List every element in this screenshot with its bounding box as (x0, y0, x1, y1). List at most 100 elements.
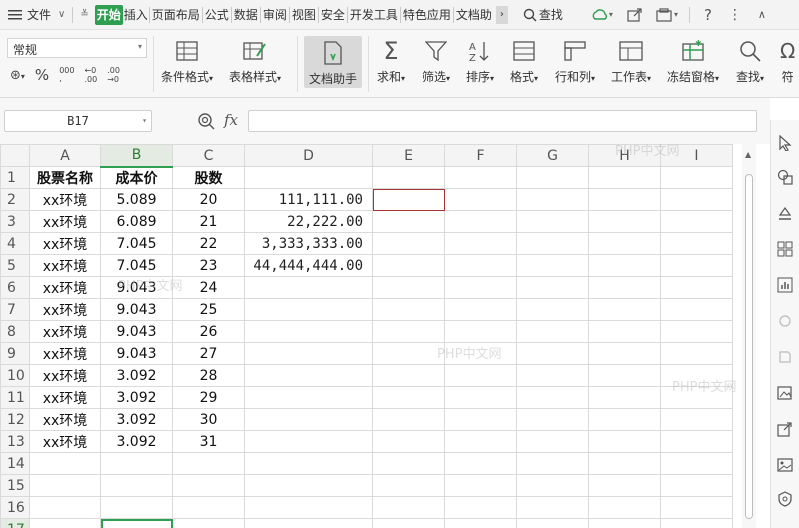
cell-empty[interactable] (660, 386, 733, 409)
cell-empty[interactable] (444, 342, 517, 365)
cell-b[interactable]: 7.045 (100, 232, 173, 255)
shapes-icon[interactable] (776, 168, 794, 186)
cell-a[interactable]: xx环境 (29, 386, 101, 409)
help-icon[interactable]: ? (703, 0, 713, 30)
select-all-corner[interactable] (0, 144, 30, 167)
cell-c[interactable]: 28 (172, 364, 245, 387)
cell-e[interactable] (372, 188, 445, 211)
row-header[interactable]: 5 (0, 254, 30, 277)
row-header[interactable]: 17 (0, 518, 30, 528)
cell-empty[interactable] (660, 430, 733, 453)
cell-d[interactable] (244, 518, 373, 528)
cell-d[interactable]: 111,111.00 (244, 188, 373, 211)
tab-page-layout[interactable]: 页面布局 (148, 6, 202, 23)
cell-a[interactable]: 股票名称 (29, 166, 101, 189)
percent-icon[interactable]: % (35, 66, 49, 84)
tab-view[interactable]: 视图 (288, 6, 318, 23)
cell-c[interactable]: 30 (172, 408, 245, 431)
cell-b[interactable]: 7.045 (100, 254, 173, 277)
apps-grid-icon[interactable] (776, 240, 794, 258)
doc-helper-button[interactable]: 文档助手 (304, 36, 362, 88)
cell-empty[interactable] (660, 210, 733, 233)
increase-decimal-icon[interactable]: ←0.00 (84, 66, 97, 84)
cell-c[interactable]: 23 (172, 254, 245, 277)
cell-a[interactable] (29, 496, 101, 519)
cell-e[interactable] (372, 276, 445, 299)
cell-empty[interactable] (516, 320, 589, 343)
cell-empty[interactable] (516, 386, 589, 409)
cell-empty[interactable] (660, 496, 733, 519)
number-format-select[interactable]: 常规 ▾ (7, 38, 147, 58)
sort-button[interactable]: AZ 排序▾ (466, 36, 494, 85)
quick-access-icon[interactable]: ≚ (74, 0, 94, 30)
cell-empty[interactable] (516, 276, 589, 299)
cell-d[interactable] (244, 386, 373, 409)
cell-empty[interactable] (588, 408, 661, 431)
cell-empty[interactable] (444, 210, 517, 233)
tab-data[interactable]: 数据 (230, 6, 260, 23)
freeze-panes-button[interactable]: ✱ 冻结窗格▾ (667, 36, 719, 85)
cell-d[interactable] (244, 298, 373, 321)
cell-c[interactable]: 26 (172, 320, 245, 343)
fx-icon[interactable]: fx (224, 111, 238, 129)
cell-a[interactable]: xx环境 (29, 210, 101, 233)
cell-d[interactable]: 44,444,444.00 (244, 254, 373, 277)
row-header[interactable]: 4 (0, 232, 30, 255)
cell-c[interactable]: 25 (172, 298, 245, 321)
column-header-a[interactable]: A (29, 144, 101, 167)
cell-a[interactable]: xx环境 (29, 408, 101, 431)
cell-empty[interactable] (516, 232, 589, 255)
scroll-up-icon[interactable]: ▲ (745, 150, 751, 159)
cell-e[interactable] (372, 518, 445, 528)
row-header[interactable]: 8 (0, 320, 30, 343)
table-style-button[interactable]: 表格样式▾ (229, 36, 281, 85)
cell-a[interactable]: xx环境 (29, 276, 101, 299)
thousands-icon[interactable]: 000, (59, 67, 74, 83)
cell-a[interactable]: xx环境 (29, 430, 101, 453)
cell-e[interactable] (372, 364, 445, 387)
cell-empty[interactable] (660, 364, 733, 387)
scroll-thumb[interactable] (745, 174, 753, 519)
cell-a[interactable] (29, 518, 101, 528)
cell-e[interactable] (372, 342, 445, 365)
cell-c[interactable]: 22 (172, 232, 245, 255)
cell-empty[interactable] (588, 320, 661, 343)
menu-icon[interactable] (0, 0, 26, 30)
column-header-c[interactable]: C (172, 144, 245, 167)
more-tabs-icon[interactable]: › (495, 5, 508, 24)
cell-empty[interactable] (444, 408, 517, 431)
cell-empty[interactable] (660, 342, 733, 365)
filter-button[interactable]: 筛选▾ (422, 36, 450, 85)
cell-a[interactable]: xx环境 (29, 320, 101, 343)
row-header[interactable]: 1 (0, 166, 30, 189)
chart-icon[interactable] (776, 276, 794, 294)
cell-empty[interactable] (660, 188, 733, 211)
cell-empty[interactable] (444, 474, 517, 497)
cell-empty[interactable] (588, 232, 661, 255)
cell-empty[interactable] (588, 342, 661, 365)
cell-empty[interactable] (516, 188, 589, 211)
cell-d[interactable] (244, 166, 373, 189)
cell-empty[interactable] (588, 166, 661, 189)
cell-b[interactable]: 9.043 (100, 342, 173, 365)
picture-icon[interactable] (776, 456, 794, 474)
cell-b[interactable]: 3.092 (100, 364, 173, 387)
cell-e[interactable] (372, 386, 445, 409)
more-options-icon[interactable]: ⋮ (727, 0, 743, 30)
sheet-grid[interactable]: A B C D E F G H I 1 股票名称 成本价 股数 2 xx环境 5.089 20… (0, 144, 742, 528)
cell-e[interactable] (372, 232, 445, 255)
decrease-decimal-icon[interactable]: .00 →0 (107, 66, 120, 84)
formula-input[interactable] (248, 110, 757, 132)
cell-empty[interactable] (588, 452, 661, 475)
row-header[interactable]: 7 (0, 298, 30, 321)
cell-empty[interactable] (660, 474, 733, 497)
cell-empty[interactable] (516, 430, 589, 453)
cell-b[interactable]: 3.092 (100, 386, 173, 409)
cell-empty[interactable] (444, 496, 517, 519)
row-header[interactable]: 10 (0, 364, 30, 387)
cell-a[interactable] (29, 452, 101, 475)
name-box[interactable]: B17 ▾ (4, 110, 152, 132)
cell-empty[interactable] (588, 254, 661, 277)
cell-c[interactable]: 20 (172, 188, 245, 211)
column-header-b[interactable]: B (100, 144, 173, 168)
